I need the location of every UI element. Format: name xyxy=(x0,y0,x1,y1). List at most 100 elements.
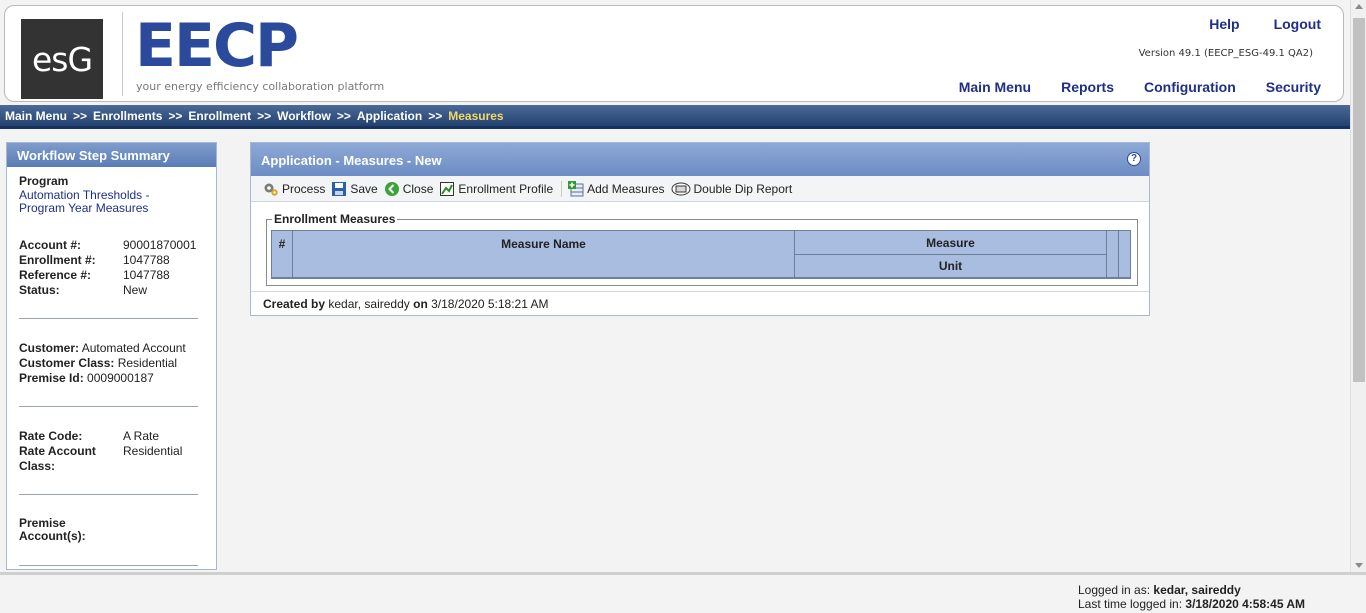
breadcrumb-workflow[interactable]: Workflow xyxy=(277,109,331,123)
double-dip-report-button[interactable]: Double Dip Report xyxy=(671,181,793,197)
breadcrumb-separator: >> xyxy=(168,108,183,123)
breadcrumb-current: Measures xyxy=(448,108,504,123)
nav-main-menu[interactable]: Main Menu xyxy=(959,79,1031,95)
enrollment-profile-label: Enrollment Profile xyxy=(458,181,554,196)
rate-account-class-label: Rate Account Class: xyxy=(19,444,96,473)
customer-class-value: Residential xyxy=(117,356,178,370)
scroll-down-icon[interactable] xyxy=(1355,563,1363,568)
reference-label: Reference #: xyxy=(19,268,92,282)
nav-security[interactable]: Security xyxy=(1266,79,1321,95)
measures-panel: Application - Measures - New ? Process S… xyxy=(250,142,1150,316)
col-header-number[interactable]: # xyxy=(272,231,293,278)
created-by-line: Created by kedar, saireddy on 3/18/2020 … xyxy=(263,297,549,311)
premise-id-label: Premise Id: xyxy=(19,371,84,385)
program-link[interactable]: Automation Thresholds - Program Year Mea… xyxy=(19,188,150,215)
measures-table: # Measure Name Measure Unit xyxy=(271,230,1131,279)
sidebar-title: Workflow Step Summary xyxy=(7,143,216,167)
eecp-logo: EECP xyxy=(135,11,299,81)
breadcrumb-main-menu[interactable]: Main Menu xyxy=(5,109,67,123)
esg-logo: esG xyxy=(21,19,103,99)
panel-divider xyxy=(251,291,1149,292)
rate-account-class-value: Residential xyxy=(123,444,183,458)
nav-reports[interactable]: Reports xyxy=(1061,79,1114,95)
add-measures-button[interactable]: Add Measures xyxy=(568,180,665,197)
version-text: Version 49.1 (EECP_ESG-49.1 QA2) xyxy=(1138,48,1313,59)
add-grid-icon xyxy=(568,180,584,197)
vertical-scrollbar[interactable] xyxy=(1350,0,1366,572)
breadcrumb-separator: >> xyxy=(336,108,351,123)
rate-code-label: Rate Code: xyxy=(19,429,83,443)
logo-divider xyxy=(122,12,123,96)
save-button[interactable]: Save xyxy=(331,181,378,197)
col-header-blank xyxy=(1119,231,1130,278)
header: esG EECP your energy efficiency collabor… xyxy=(4,5,1344,102)
toolbar-separator xyxy=(561,180,563,197)
top-links: Help Logout xyxy=(1209,16,1321,32)
process-label: Process xyxy=(282,181,326,196)
customer-value: Automated Account xyxy=(81,341,186,355)
account-label: Account #: xyxy=(19,238,82,252)
breadcrumb-separator: >> xyxy=(73,108,88,123)
toolbar: Process Save Close Enrollment Profile Ad… xyxy=(251,176,1149,202)
login-info: Logged in as: kedar, saireddy Last time … xyxy=(1078,583,1305,611)
customer-label: Customer: xyxy=(19,341,80,355)
panel-title: Application - Measures - New xyxy=(261,153,442,168)
breadcrumb-application[interactable]: Application xyxy=(357,109,422,123)
breadcrumb-enrollments[interactable]: Enrollments xyxy=(93,109,162,123)
breadcrumb-separator: >> xyxy=(428,108,443,123)
enrollment-label: Enrollment #: xyxy=(19,253,96,267)
floppy-disk-icon xyxy=(331,181,347,197)
col-header-measure[interactable]: Measure xyxy=(795,231,1107,255)
logout-link[interactable]: Logout xyxy=(1274,16,1321,32)
add-measures-label: Add Measures xyxy=(587,181,665,196)
nav-configuration[interactable]: Configuration xyxy=(1144,79,1236,95)
gears-icon xyxy=(263,181,279,197)
col-header-unit[interactable]: Unit xyxy=(795,255,1107,278)
double-dip-report-label: Double Dip Report xyxy=(693,181,793,196)
esg-logo-text: esG xyxy=(31,39,93,79)
help-link[interactable]: Help xyxy=(1209,16,1239,32)
status-label: Status: xyxy=(19,283,60,297)
created-by-value: kedar, saireddy xyxy=(328,297,410,311)
save-label: Save xyxy=(350,181,378,196)
status-value: New xyxy=(123,283,148,297)
scroll-up-icon[interactable] xyxy=(1355,4,1363,9)
process-button[interactable]: Process xyxy=(263,181,325,197)
breadcrumb-separator: >> xyxy=(257,108,272,123)
breadcrumb: Main Menu >> Enrollments >> Enrollment >… xyxy=(0,105,1350,129)
logged-in-user: kedar, saireddy xyxy=(1153,583,1241,597)
customer-class-label: Customer Class: xyxy=(19,356,115,370)
enrollment-measures-fieldset: Enrollment Measures # Measure Name Measu… xyxy=(266,212,1138,286)
program-label: Program xyxy=(19,174,69,188)
created-by-label: Created by xyxy=(263,297,326,311)
account-value: 90001870001 xyxy=(123,238,197,252)
close-label: Close xyxy=(402,181,434,196)
enrollment-measures-legend: Enrollment Measures xyxy=(272,212,398,226)
help-icon[interactable]: ? xyxy=(1127,152,1141,166)
logged-in-label: Logged in as: xyxy=(1078,583,1151,597)
report-icon xyxy=(671,181,691,197)
main-nav: Main Menu Reports Configuration Security xyxy=(959,79,1321,95)
enrollment-value: 1047788 xyxy=(123,253,170,267)
panel-title-bar: Application - Measures - New ? xyxy=(251,143,1149,176)
tagline: your energy efficiency collaboration pla… xyxy=(136,80,385,93)
profile-chart-icon xyxy=(439,181,455,197)
divider xyxy=(19,565,198,566)
back-arrow-icon xyxy=(384,181,400,197)
col-header-measure-name[interactable]: Measure Name xyxy=(293,231,795,278)
last-login-label: Last time logged in: xyxy=(1078,597,1183,611)
premise-id-value: 0009000187 xyxy=(87,371,154,385)
col-header-blank xyxy=(1107,231,1119,278)
close-button[interactable]: Close xyxy=(384,181,434,197)
status-footer: Logged in as: kedar, saireddy Last time … xyxy=(0,572,1366,613)
premise-accounts-label: Premise Account(s): xyxy=(19,516,86,543)
created-on-value: 3/18/2020 5:18:21 AM xyxy=(431,297,549,311)
reference-value: 1047788 xyxy=(123,268,170,282)
last-login-value: 3/18/2020 4:58:45 AM xyxy=(1185,597,1306,611)
workflow-summary-sidebar: Workflow Step Summary Program Automation… xyxy=(6,142,217,570)
scroll-thumb[interactable] xyxy=(1353,18,1365,382)
created-on-label: on xyxy=(413,297,428,311)
breadcrumb-enrollment[interactable]: Enrollment xyxy=(188,109,251,123)
enrollment-profile-button[interactable]: Enrollment Profile xyxy=(439,181,553,197)
rate-code-value: A Rate xyxy=(123,429,160,443)
